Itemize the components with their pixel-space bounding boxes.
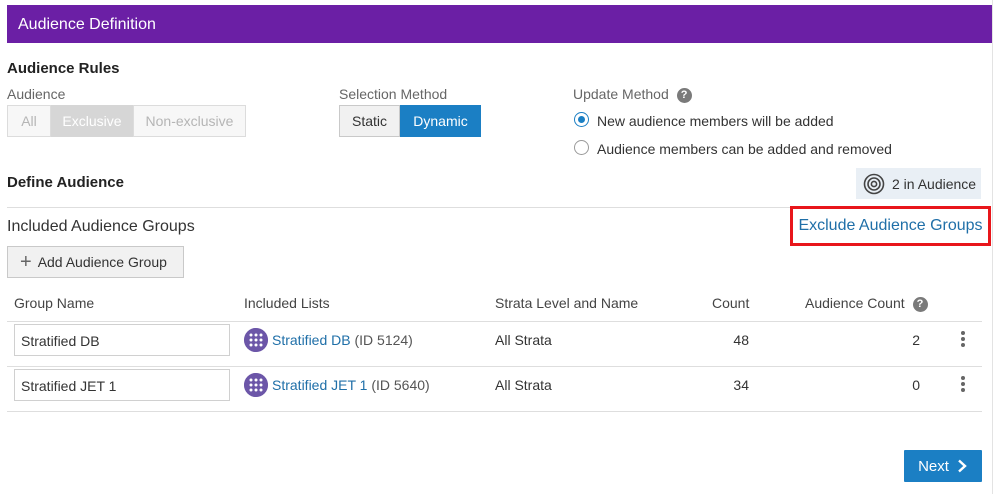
row-divider	[7, 411, 982, 412]
selection-method-label: Selection Method	[339, 86, 448, 102]
included-list-cell: Stratified DB (ID 5124)	[272, 332, 413, 348]
column-audience-count-wrap: Audience Count ?	[805, 295, 928, 312]
column-strata: Strata Level and Name	[495, 295, 639, 311]
audience-count-text: 2 in Audience	[892, 175, 977, 192]
chevron-right-icon	[958, 459, 967, 473]
radio-added-removed[interactable]	[574, 140, 589, 155]
audience-label: Audience	[7, 86, 66, 102]
audience-count-cell: 2	[912, 332, 920, 348]
included-list-link[interactable]: Stratified DB	[272, 332, 351, 348]
audience-option-all: All	[7, 105, 51, 137]
add-audience-group-label: Add Audience Group	[37, 254, 167, 270]
included-list-cell: Stratified JET 1 (ID 5640)	[272, 377, 430, 393]
included-list-id: (ID 5640)	[371, 377, 430, 393]
radio-new-members[interactable]	[574, 112, 589, 127]
kebab-menu-icon[interactable]	[961, 331, 965, 349]
strata-cell: All Strata	[495, 377, 552, 393]
selection-method-segmented-control: Static Dynamic	[339, 105, 481, 137]
count-cell: 34	[733, 377, 749, 393]
target-icon	[863, 173, 885, 194]
panel-edge	[992, 0, 993, 494]
exclude-audience-groups-link[interactable]: Exclude Audience Groups	[798, 217, 982, 235]
update-method-label-row: Update Method ?	[573, 86, 692, 103]
column-count: Count	[712, 295, 750, 311]
radio-added-removed-label: Audience members can be added and remove…	[597, 141, 892, 157]
included-list-link[interactable]: Stratified JET 1	[272, 377, 367, 393]
count-cell: 48	[733, 332, 749, 348]
group-name-input[interactable]: Stratified JET 1	[14, 369, 230, 401]
audience-option-non-exclusive: Non-exclusive	[133, 105, 246, 137]
panel-header: Audience Definition	[7, 5, 992, 43]
update-method-label: Update Method	[573, 86, 669, 102]
audience-count-badge: 2 in Audience	[856, 168, 981, 199]
strata-cell: All Strata	[495, 332, 552, 348]
group-name-input[interactable]: Stratified DB	[14, 324, 230, 356]
next-button[interactable]: Next	[904, 450, 982, 482]
column-audience-count: Audience Count	[805, 295, 905, 311]
kebab-menu-icon[interactable]	[961, 376, 965, 394]
next-label: Next	[918, 457, 949, 475]
panel-title: Audience Definition	[18, 16, 156, 33]
exclude-groups-highlight: Exclude Audience Groups	[790, 206, 991, 246]
column-group-name: Group Name	[14, 295, 95, 311]
audience-segmented-control: All Exclusive Non-exclusive	[7, 105, 246, 137]
selection-method-static[interactable]: Static	[339, 105, 400, 137]
plus-icon: +	[20, 251, 32, 273]
included-list-id: (ID 5124)	[354, 332, 413, 348]
grid-list-icon	[244, 328, 268, 352]
audience-count-cell: 0	[912, 377, 920, 393]
selection-method-dynamic[interactable]: Dynamic	[400, 105, 481, 137]
define-audience-heading: Define Audience	[7, 174, 124, 191]
table-header-divider	[7, 321, 982, 322]
row-divider	[7, 366, 982, 367]
audience-option-exclusive: Exclusive	[51, 105, 133, 137]
audience-rules-heading: Audience Rules	[7, 60, 120, 77]
included-groups-heading: Included Audience Groups	[7, 218, 195, 235]
help-icon[interactable]: ?	[912, 296, 928, 312]
help-icon[interactable]: ?	[676, 87, 692, 103]
add-audience-group-button[interactable]: + Add Audience Group	[7, 246, 184, 278]
column-included-lists: Included Lists	[244, 295, 330, 311]
radio-new-members-label: New audience members will be added	[597, 113, 834, 129]
grid-list-icon	[244, 373, 268, 397]
